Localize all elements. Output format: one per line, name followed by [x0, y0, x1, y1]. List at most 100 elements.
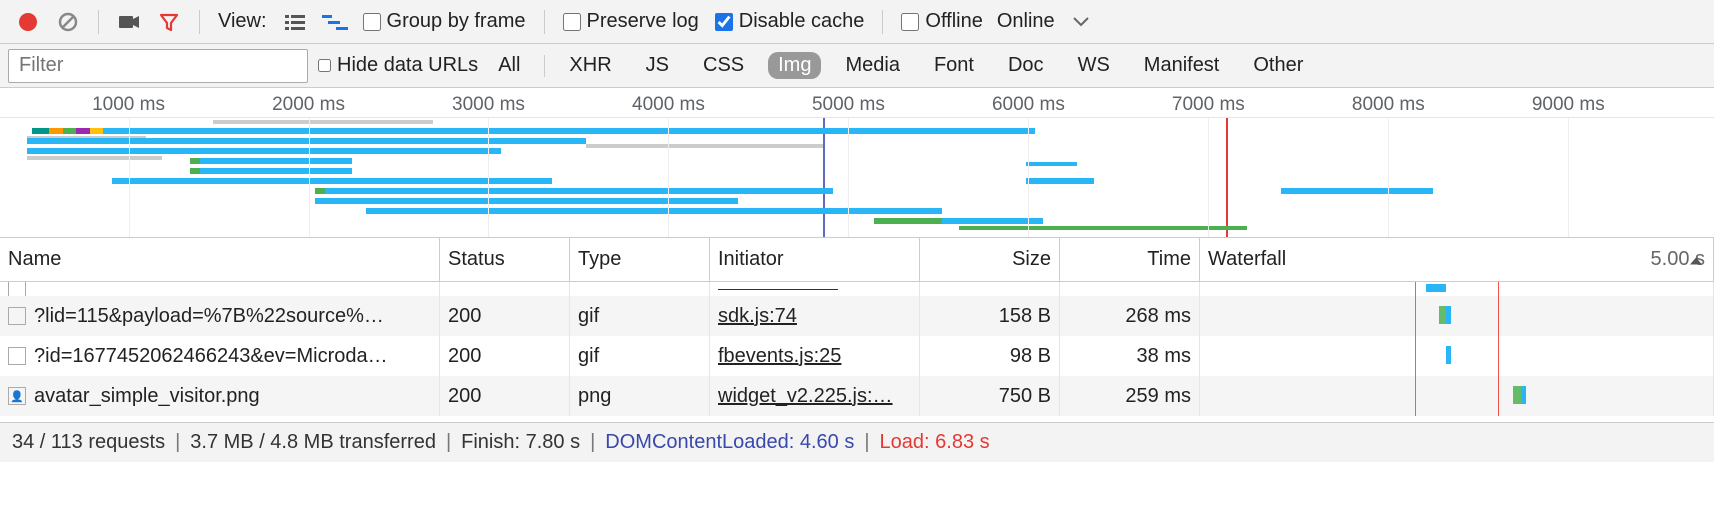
- request-time: 259 ms: [1060, 376, 1200, 416]
- status-load: Load: 6.83 s: [880, 431, 990, 454]
- group-by-frame-checkbox[interactable]: Group by frame: [363, 10, 526, 33]
- file-icon: [8, 307, 26, 325]
- filter-img[interactable]: Img: [768, 52, 821, 79]
- group-by-frame-input[interactable]: [363, 13, 381, 31]
- filter-media[interactable]: Media: [835, 52, 909, 79]
- offline-checkbox[interactable]: Offline: [901, 10, 982, 33]
- avatar-icon: 👤: [8, 387, 26, 405]
- view-label: View:: [218, 10, 267, 33]
- table-row[interactable]: ?lid=115&payload=%7B%22source%… 200 gif …: [0, 296, 1714, 336]
- filter-font[interactable]: Font: [924, 52, 984, 79]
- status-finish: Finish: 7.80 s: [461, 431, 580, 454]
- request-status: 200: [440, 336, 570, 376]
- hide-data-urls-label: Hide data URLs: [337, 54, 478, 77]
- network-table-header: Name Status Type Initiator Size Time Wat…: [0, 238, 1714, 282]
- request-type: gif: [570, 336, 710, 376]
- status-transferred: 3.7 MB / 4.8 MB transferred: [190, 431, 436, 454]
- request-initiator[interactable]: fbevents.js:25: [718, 345, 841, 368]
- overview-tick-label: 9000 ms: [1532, 94, 1605, 116]
- col-initiator[interactable]: Initiator: [710, 238, 920, 281]
- throttling-caret-icon[interactable]: [1073, 10, 1089, 33]
- preserve-log-input[interactable]: [563, 13, 581, 31]
- overview-tick-label: 5000 ms: [812, 94, 885, 116]
- filter-js[interactable]: JS: [636, 52, 679, 79]
- request-initiator[interactable]: sdk.js:74: [718, 305, 797, 328]
- filter-manifest[interactable]: Manifest: [1134, 52, 1230, 79]
- request-size: 750 B: [920, 376, 1060, 416]
- col-type[interactable]: Type: [570, 238, 710, 281]
- request-status: 200: [440, 296, 570, 336]
- table-row[interactable]: [0, 282, 1714, 296]
- large-rows-icon[interactable]: [281, 8, 309, 36]
- overview-bars: [10, 120, 1704, 235]
- overview-tick-label: 8000 ms: [1352, 94, 1425, 116]
- col-name[interactable]: Name: [0, 238, 440, 281]
- col-waterfall-label: Waterfall: [1208, 248, 1286, 271]
- filter-input[interactable]: [8, 49, 308, 83]
- overview-toggle-icon[interactable]: [321, 8, 349, 36]
- filter-xhr[interactable]: XHR: [559, 52, 621, 79]
- table-row[interactable]: ?id=1677452062466243&ev=Microda… 200 gif…: [0, 336, 1714, 376]
- hide-data-urls-checkbox[interactable]: Hide data URLs: [318, 54, 478, 77]
- offline-input[interactable]: [901, 13, 919, 31]
- request-size: 98 B: [920, 336, 1060, 376]
- filter-other[interactable]: Other: [1243, 52, 1313, 79]
- separator: [544, 10, 545, 34]
- request-name: avatar_simple_visitor.png: [34, 385, 260, 408]
- overview-timeline[interactable]: 1000 ms 2000 ms 3000 ms 4000 ms 5000 ms 6000 …: [0, 88, 1714, 238]
- clear-button[interactable]: [54, 8, 82, 36]
- request-waterfall: [1200, 296, 1714, 336]
- status-bar: 34 / 113 requests | 3.7 MB / 4.8 MB tran…: [0, 422, 1714, 462]
- preserve-log-label: Preserve log: [587, 10, 699, 33]
- filter-css[interactable]: CSS: [693, 52, 754, 79]
- status-requests: 34 / 113 requests: [12, 431, 165, 454]
- request-initiator[interactable]: widget_v2.225.js:…: [718, 385, 893, 408]
- throttling-select[interactable]: Online: [997, 10, 1055, 33]
- disable-cache-checkbox[interactable]: Disable cache: [715, 10, 865, 33]
- request-name: ?id=1677452062466243&ev=Microda…: [34, 345, 388, 368]
- hide-data-urls-input[interactable]: [318, 59, 331, 72]
- overview-tick-label: 7000 ms: [1172, 94, 1245, 116]
- file-icon: [8, 282, 26, 296]
- capture-screenshot-icon[interactable]: [115, 8, 143, 36]
- separator: [544, 55, 545, 77]
- request-waterfall: [1200, 376, 1714, 416]
- offline-label: Offline: [925, 10, 982, 33]
- network-toolbar: View: Group by frame Preserve log Disabl…: [0, 0, 1714, 44]
- disable-cache-input[interactable]: [715, 13, 733, 31]
- group-by-frame-label: Group by frame: [387, 10, 526, 33]
- separator: [882, 10, 883, 34]
- col-size[interactable]: Size: [920, 238, 1060, 281]
- request-waterfall: [1200, 336, 1714, 376]
- overview-tick-label: 3000 ms: [452, 94, 525, 116]
- col-time[interactable]: Time: [1060, 238, 1200, 281]
- col-status[interactable]: Status: [440, 238, 570, 281]
- network-table-body[interactable]: ?lid=115&payload=%7B%22source%… 200 gif …: [0, 282, 1714, 422]
- record-button[interactable]: [14, 8, 42, 36]
- resource-type-filters: All XHR JS CSS Img Media Font Doc WS Man…: [488, 52, 1313, 79]
- overview-tick-label: 4000 ms: [632, 94, 705, 116]
- request-type: gif: [570, 296, 710, 336]
- request-time: 38 ms: [1060, 336, 1200, 376]
- request-time: 268 ms: [1060, 296, 1200, 336]
- filter-ws[interactable]: WS: [1068, 52, 1120, 79]
- overview-ticks: 1000 ms 2000 ms 3000 ms 4000 ms 5000 ms 6000 …: [0, 88, 1714, 118]
- overview-tick-label: 2000 ms: [272, 94, 345, 116]
- filter-toggle-icon[interactable]: [155, 8, 183, 36]
- separator: [98, 10, 99, 34]
- sort-indicator-icon: [1689, 248, 1703, 271]
- col-waterfall[interactable]: Waterfall 5.00 s: [1200, 238, 1714, 281]
- request-size: 158 B: [920, 296, 1060, 336]
- table-row[interactable]: 👤 avatar_simple_visitor.png 200 png widg…: [0, 376, 1714, 416]
- file-icon: [8, 347, 26, 365]
- preserve-log-checkbox[interactable]: Preserve log: [563, 10, 699, 33]
- overview-tick-label: 1000 ms: [92, 94, 165, 116]
- filter-doc[interactable]: Doc: [998, 52, 1054, 79]
- overview-tick-label: 6000 ms: [992, 94, 1065, 116]
- filter-all[interactable]: All: [488, 52, 530, 79]
- disable-cache-label: Disable cache: [739, 10, 865, 33]
- request-name: ?lid=115&payload=%7B%22source%…: [34, 305, 384, 328]
- request-type: png: [570, 376, 710, 416]
- filter-toolbar: Hide data URLs All XHR JS CSS Img Media …: [0, 44, 1714, 88]
- request-status: 200: [440, 376, 570, 416]
